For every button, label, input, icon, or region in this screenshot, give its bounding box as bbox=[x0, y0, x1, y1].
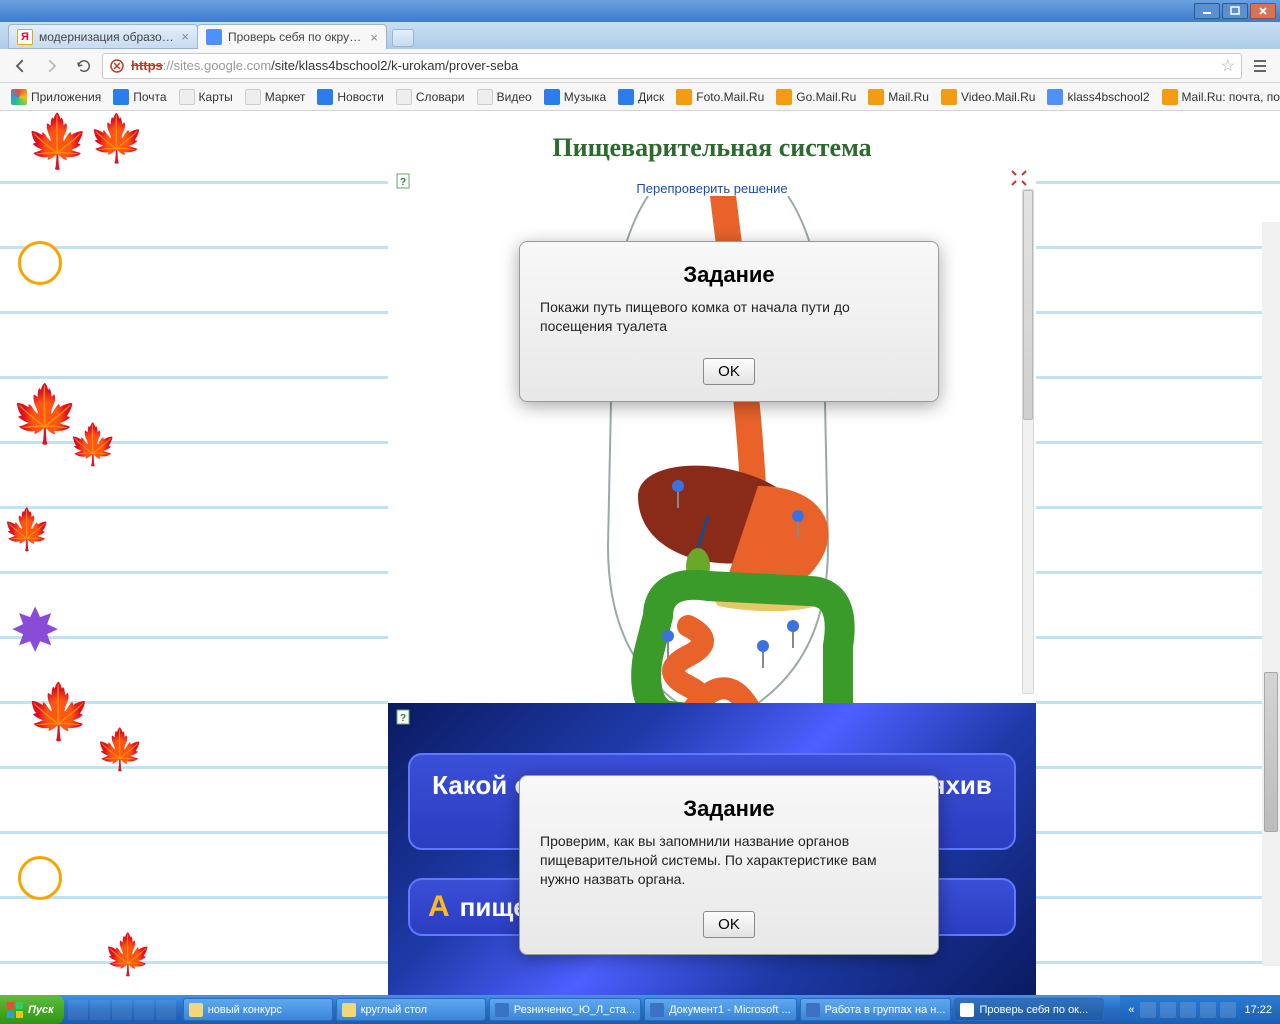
taskbar-button-active[interactable]: Проверь себя по ок... bbox=[954, 998, 1104, 1021]
modal-title: Задание bbox=[540, 796, 918, 822]
windows-logo-icon bbox=[6, 1001, 24, 1019]
tab-inactive-0[interactable]: Я модернизация образовани × bbox=[8, 24, 198, 49]
bookmark-item[interactable]: Mail.Ru: почта, поиск... bbox=[1157, 87, 1280, 107]
modal-body: Покажи путь пищевого комка от начала пут… bbox=[540, 298, 918, 336]
maximize-button[interactable] bbox=[1222, 3, 1248, 19]
tab-close-icon[interactable]: × bbox=[370, 30, 378, 45]
bookmark-item[interactable]: Карты bbox=[174, 87, 238, 107]
tab-strip: Я модернизация образовани × Проверь себя… bbox=[0, 22, 1280, 49]
tray-icon[interactable] bbox=[1140, 1002, 1156, 1018]
bookmark-item[interactable]: Диск bbox=[613, 87, 669, 107]
modal-title: Задание bbox=[540, 262, 918, 288]
tab-close-icon[interactable]: × bbox=[181, 29, 189, 44]
apps-icon bbox=[11, 89, 27, 105]
bookmark-item[interactable]: Маркет bbox=[240, 87, 311, 107]
bookmark-item[interactable]: Go.Mail.Ru bbox=[771, 87, 861, 107]
bookmark-item[interactable]: Словари bbox=[391, 87, 470, 107]
url-text: https://sites.google.com/site/klass4bsch… bbox=[131, 58, 518, 73]
tab-label: Проверь себя по окружаю bbox=[228, 30, 364, 44]
tray-icon[interactable] bbox=[1220, 1002, 1236, 1018]
bookmark-item[interactable]: Видео bbox=[472, 87, 537, 107]
fullscreen-icon[interactable] bbox=[1010, 169, 1028, 187]
taskbar-button[interactable]: круглый стол bbox=[336, 998, 486, 1021]
modal-body: Проверим, как вы запомнили название орга… bbox=[540, 832, 918, 889]
bookmark-item[interactable]: Mail.Ru bbox=[863, 87, 934, 107]
task-modal-2: Задание Проверим, как вы запомнили назва… bbox=[519, 775, 939, 955]
bookmark-item[interactable]: Музыка bbox=[539, 87, 611, 107]
quick-launch-item[interactable] bbox=[112, 1000, 132, 1020]
quick-launch-item[interactable] bbox=[68, 1000, 88, 1020]
pin-icon[interactable] bbox=[757, 640, 769, 668]
pin-icon[interactable] bbox=[787, 620, 799, 648]
quick-launch-item[interactable] bbox=[90, 1000, 110, 1020]
tray-icon[interactable] bbox=[1200, 1002, 1216, 1018]
bookmark-item[interactable]: klass4bschool2 bbox=[1042, 87, 1154, 107]
page-scrollbar[interactable] bbox=[1262, 222, 1280, 966]
bookmarks-bar: Приложения Почта Карты Маркет Новости Сл… bbox=[0, 83, 1280, 111]
quick-launch-item[interactable] bbox=[134, 1000, 154, 1020]
address-bar[interactable]: https://sites.google.com/site/klass4bsch… bbox=[102, 53, 1242, 79]
help-icon[interactable]: ? bbox=[396, 173, 414, 191]
embed-scrollbar[interactable] bbox=[1020, 189, 1036, 694]
ok-button[interactable]: OK bbox=[703, 358, 755, 385]
help-icon[interactable]: ? bbox=[396, 709, 414, 727]
task-modal-1: Задание Покажи путь пищевого комка от на… bbox=[519, 241, 939, 402]
tab-active[interactable]: Проверь себя по окружаю × bbox=[197, 24, 387, 49]
apps-shortcut[interactable]: Приложения bbox=[6, 87, 106, 107]
minimize-button[interactable] bbox=[1194, 3, 1220, 19]
tab-label: модернизация образовани bbox=[39, 30, 175, 44]
bookmark-star-icon[interactable]: ☆ bbox=[1221, 56, 1235, 76]
svg-text:?: ? bbox=[400, 177, 406, 188]
quick-launch-item[interactable] bbox=[156, 1000, 176, 1020]
taskbar-button[interactable]: новый конкурс bbox=[183, 998, 333, 1021]
scrollbar-thumb[interactable] bbox=[1023, 190, 1033, 420]
quick-launch bbox=[64, 1000, 180, 1020]
start-button[interactable]: Пуск bbox=[0, 995, 64, 1024]
bookmark-item[interactable]: Новости bbox=[312, 87, 388, 107]
reload-button[interactable] bbox=[70, 52, 98, 80]
taskbar-button[interactable]: Работа в группах на н... bbox=[800, 998, 952, 1021]
taskbar-button[interactable]: Документ1 - Microsoft ... bbox=[644, 998, 797, 1021]
bookmark-item[interactable]: Foto.Mail.Ru bbox=[671, 87, 769, 107]
taskbar-clock[interactable]: 17:22 bbox=[1244, 1004, 1272, 1016]
bookmark-item[interactable]: Video.Mail.Ru bbox=[936, 87, 1040, 107]
back-button[interactable] bbox=[6, 52, 34, 80]
page-title: Пищеварительная система bbox=[388, 133, 1036, 163]
taskbar-button[interactable]: Резниченко_Ю_Л_ста... bbox=[489, 998, 641, 1021]
bookmark-item[interactable]: Почта bbox=[108, 87, 171, 107]
insecure-icon bbox=[109, 58, 125, 74]
windows-taskbar: Пуск новый конкурс круглый стол Резничен… bbox=[0, 995, 1280, 1024]
forward-button[interactable] bbox=[38, 52, 66, 80]
system-tray: « 17:22 bbox=[1120, 995, 1280, 1024]
browser-toolbar: https://sites.google.com/site/klass4bsch… bbox=[0, 49, 1280, 83]
svg-text:?: ? bbox=[400, 713, 406, 724]
recheck-link[interactable]: Перепроверить решение bbox=[388, 181, 1036, 196]
scrollbar-thumb[interactable] bbox=[1264, 672, 1278, 832]
tray-icon[interactable] bbox=[1160, 1002, 1176, 1018]
tray-icon[interactable] bbox=[1180, 1002, 1196, 1018]
new-tab-button[interactable] bbox=[392, 29, 414, 47]
window-titlebar bbox=[0, 0, 1280, 22]
chrome-menu-button[interactable] bbox=[1246, 52, 1274, 80]
close-button[interactable] bbox=[1250, 3, 1276, 19]
ok-button[interactable]: OK bbox=[703, 911, 755, 938]
